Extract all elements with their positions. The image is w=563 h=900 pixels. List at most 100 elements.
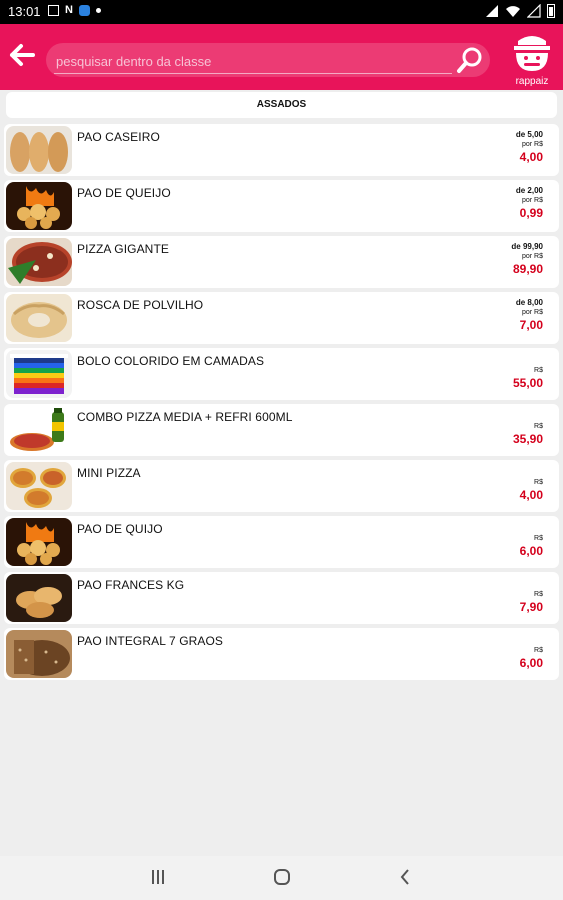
previous-price: de 2,00 xyxy=(515,186,543,195)
product-item[interactable]: PAO DE QUIJO R$ 6,00 xyxy=(4,516,559,568)
product-item[interactable]: COMBO PIZZA MEDIA + REFRI 600ML R$ 35,90 xyxy=(4,404,559,456)
rosca-image xyxy=(6,294,72,342)
current-price: 6,00 xyxy=(519,656,543,670)
product-price: R$ 4,00 xyxy=(520,478,543,503)
previous-price: de 99,90 xyxy=(511,242,543,251)
current-price: 35,90 xyxy=(512,432,543,446)
product-thumbnail xyxy=(6,574,72,622)
product-name: PIZZA GIGANTE xyxy=(77,242,169,256)
status-left-icons: N xyxy=(48,5,101,16)
product-thumbnail xyxy=(6,630,72,678)
current-price: 55,00 xyxy=(512,376,543,390)
whole-bread-image xyxy=(6,630,72,678)
currency-label: por R$ xyxy=(521,253,543,260)
status-time: 13:01 xyxy=(8,4,41,19)
previous-price: de 5,00 xyxy=(515,130,543,139)
currency-label: R$ xyxy=(534,535,543,542)
arrow-left-icon xyxy=(10,44,35,66)
current-price: 6,00 xyxy=(519,544,543,558)
back-button[interactable] xyxy=(8,40,36,70)
cake-image xyxy=(6,350,72,398)
status-right-icons xyxy=(485,4,555,18)
search-icon xyxy=(457,47,482,73)
product-thumbnail xyxy=(6,518,72,566)
product-thumbnail xyxy=(6,462,72,510)
app-logo: rappaiz xyxy=(509,29,555,87)
product-item[interactable]: PAO DE QUEIJO de 2,00 por R$ 0,99 xyxy=(4,180,559,232)
cheese-bread-image xyxy=(6,182,72,230)
currency-label: R$ xyxy=(534,367,543,374)
current-price: 4,00 xyxy=(519,150,543,164)
current-price: 7,00 xyxy=(519,318,543,332)
french-bread-image xyxy=(6,574,72,622)
current-price: 4,00 xyxy=(519,488,543,502)
mascot-logo-icon xyxy=(514,36,550,71)
product-item[interactable]: PAO FRANCES KG R$ 7,90 xyxy=(4,572,559,624)
product-price: R$ 6,00 xyxy=(520,534,543,559)
status-bar: 13:01 N xyxy=(0,0,563,24)
product-item[interactable]: PAO INTEGRAL 7 GRAOS R$ 6,00 xyxy=(4,628,559,680)
mini-pizza-image xyxy=(6,462,72,510)
product-name: PAO DE QUIJO xyxy=(77,522,163,536)
battery-icon xyxy=(547,4,555,18)
product-thumbnail xyxy=(6,238,72,286)
current-price: 0,99 xyxy=(519,206,543,220)
product-thumbnail xyxy=(6,406,72,454)
back-nav-button[interactable] xyxy=(398,868,412,891)
search-bar xyxy=(46,43,490,77)
currency-label: R$ xyxy=(534,647,543,654)
product-item[interactable]: MINI PIZZA R$ 4,00 xyxy=(4,460,559,512)
product-item[interactable]: ROSCA DE POLVILHO de 8,00 por R$ 7,00 xyxy=(4,292,559,344)
current-price: 7,90 xyxy=(519,600,543,614)
product-name: COMBO PIZZA MEDIA + REFRI 600ML xyxy=(77,410,293,424)
bread-image xyxy=(6,126,72,174)
home-button[interactable] xyxy=(273,868,291,891)
n-icon: N xyxy=(65,4,73,16)
product-thumbnail xyxy=(6,350,72,398)
previous-price: de 8,00 xyxy=(515,298,543,307)
product-price: de 5,00 por R$ 4,00 xyxy=(516,130,543,165)
combo-image xyxy=(6,406,72,454)
product-price: de 8,00 por R$ 7,00 xyxy=(516,298,543,333)
product-name: PAO INTEGRAL 7 GRAOS xyxy=(77,634,224,648)
product-name: MINI PIZZA xyxy=(77,466,141,480)
product-price: de 99,90 por R$ 89,90 xyxy=(511,242,543,277)
home-icon xyxy=(274,869,290,885)
currency-label: por R$ xyxy=(521,141,543,148)
search-input[interactable] xyxy=(54,49,452,74)
product-item[interactable]: PIZZA GIGANTE de 99,90 por R$ 89,90 xyxy=(4,236,559,288)
back-nav-icon xyxy=(400,869,409,885)
currency-label: R$ xyxy=(534,591,543,598)
logo-text: rappaiz xyxy=(515,76,549,87)
recents-button[interactable] xyxy=(150,868,166,891)
product-name: PAO DE QUEIJO xyxy=(77,186,171,200)
product-item[interactable]: PAO CASEIRO de 5,00 por R$ 4,00 xyxy=(4,124,559,176)
product-name: PAO FRANCES KG xyxy=(77,578,185,592)
system-nav-bar xyxy=(0,856,563,900)
wifi-icon xyxy=(506,6,520,17)
signal-icon xyxy=(527,4,541,18)
product-name: PAO CASEIRO xyxy=(77,130,160,144)
product-price: R$ 6,00 xyxy=(520,646,543,671)
currency-label: R$ xyxy=(534,423,543,430)
product-item[interactable]: BOLO COLORIDO EM CAMADAS R$ 55,00 xyxy=(4,348,559,400)
currency-label: por R$ xyxy=(521,197,543,204)
app-icon xyxy=(78,5,90,16)
pizza-big-image xyxy=(6,238,72,286)
signal-icon xyxy=(486,5,498,17)
image-icon xyxy=(48,5,59,16)
product-price: de 2,00 por R$ 0,99 xyxy=(516,186,543,221)
app-header: rappaiz xyxy=(0,24,563,90)
search-button[interactable] xyxy=(456,46,484,74)
current-price: 89,90 xyxy=(512,262,543,276)
product-price: R$ 55,00 xyxy=(513,366,543,391)
currency-label: R$ xyxy=(534,479,543,486)
currency-label: por R$ xyxy=(521,309,543,316)
product-price: R$ 7,90 xyxy=(520,590,543,615)
product-thumbnail xyxy=(6,294,72,342)
category-title: ASSADOS xyxy=(6,92,557,118)
cheese-bread-image xyxy=(6,518,72,566)
product-name: ROSCA DE POLVILHO xyxy=(77,298,204,312)
product-name: BOLO COLORIDO EM CAMADAS xyxy=(77,354,265,368)
product-thumbnail xyxy=(6,126,72,174)
